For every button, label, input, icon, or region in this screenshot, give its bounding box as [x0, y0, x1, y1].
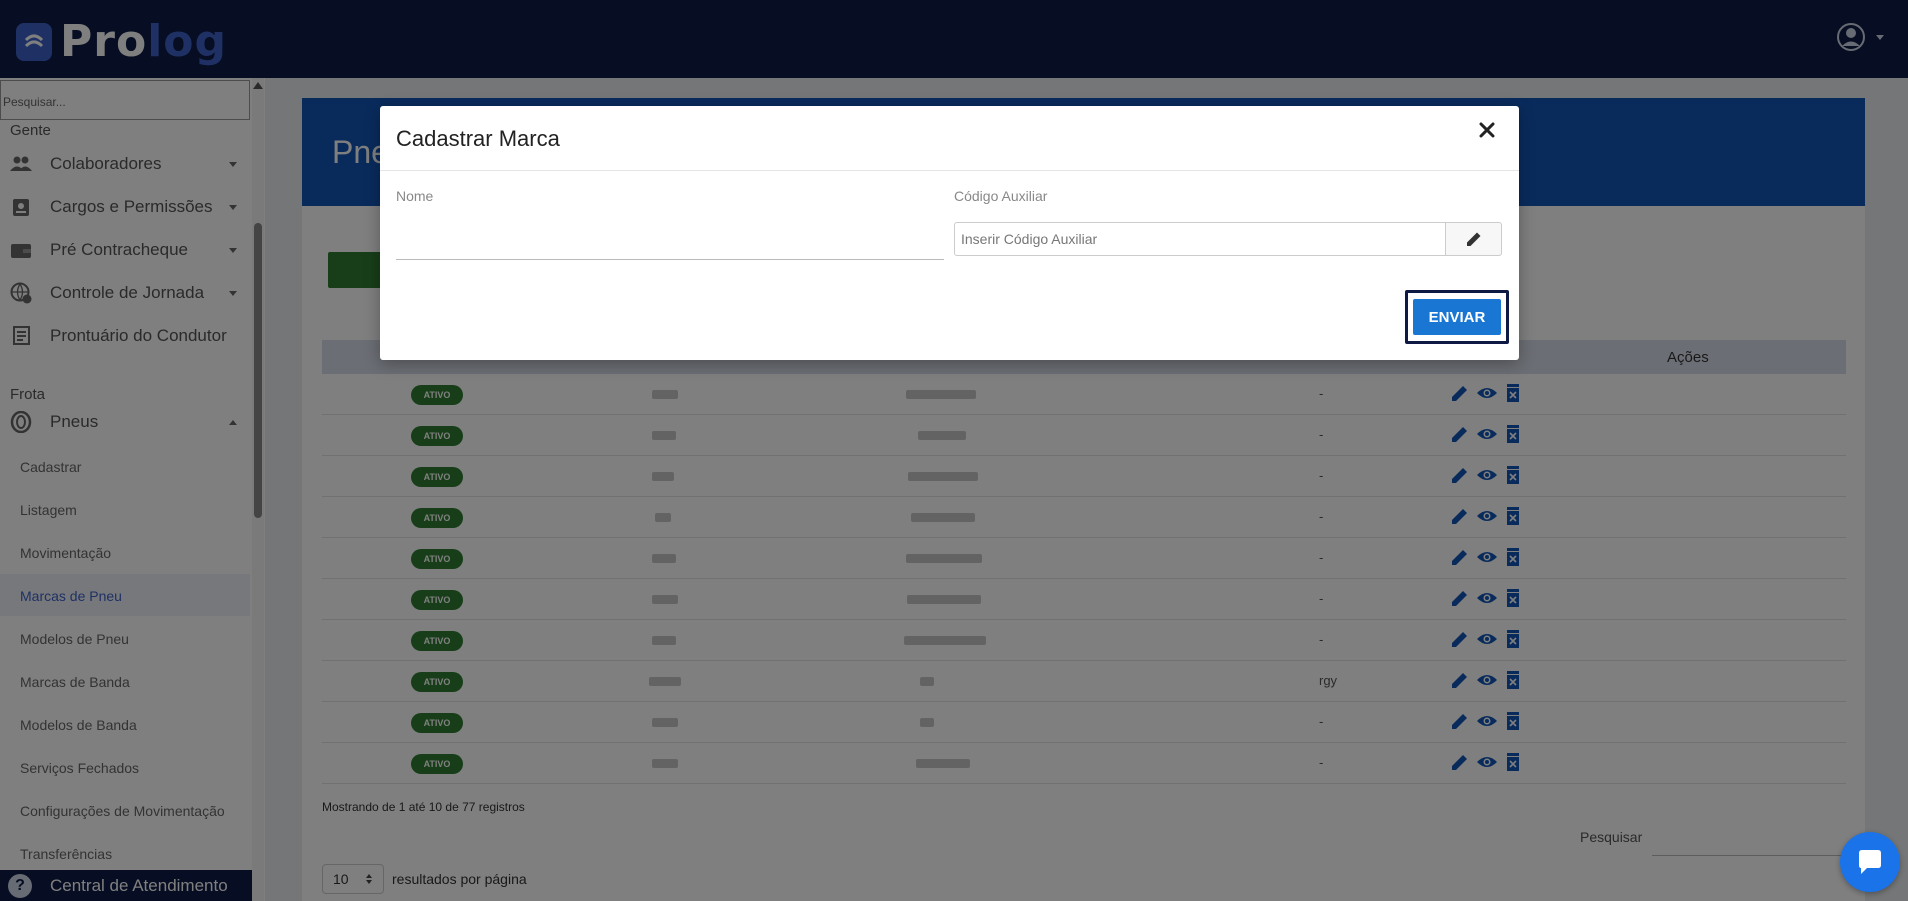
codigo-auxiliar-label: Código Auxiliar [954, 188, 1048, 204]
pencil-icon [1466, 232, 1480, 246]
chat-bubble-icon [1859, 850, 1881, 874]
register-brand-modal: Cadastrar Marca Nome Código Auxiliar ENV… [380, 106, 1519, 360]
codigo-edit-button[interactable] [1446, 222, 1502, 256]
nome-input[interactable] [396, 222, 944, 260]
codigo-auxiliar-input[interactable] [954, 222, 1446, 256]
modal-title: Cadastrar Marca [396, 126, 560, 151]
submit-button[interactable]: ENVIAR [1413, 299, 1501, 335]
chat-support-button[interactable] [1840, 832, 1900, 892]
close-icon[interactable] [1477, 120, 1497, 140]
modal-divider [380, 170, 1519, 171]
nome-label: Nome [396, 188, 434, 204]
submit-focus-ring: ENVIAR [1405, 290, 1509, 344]
